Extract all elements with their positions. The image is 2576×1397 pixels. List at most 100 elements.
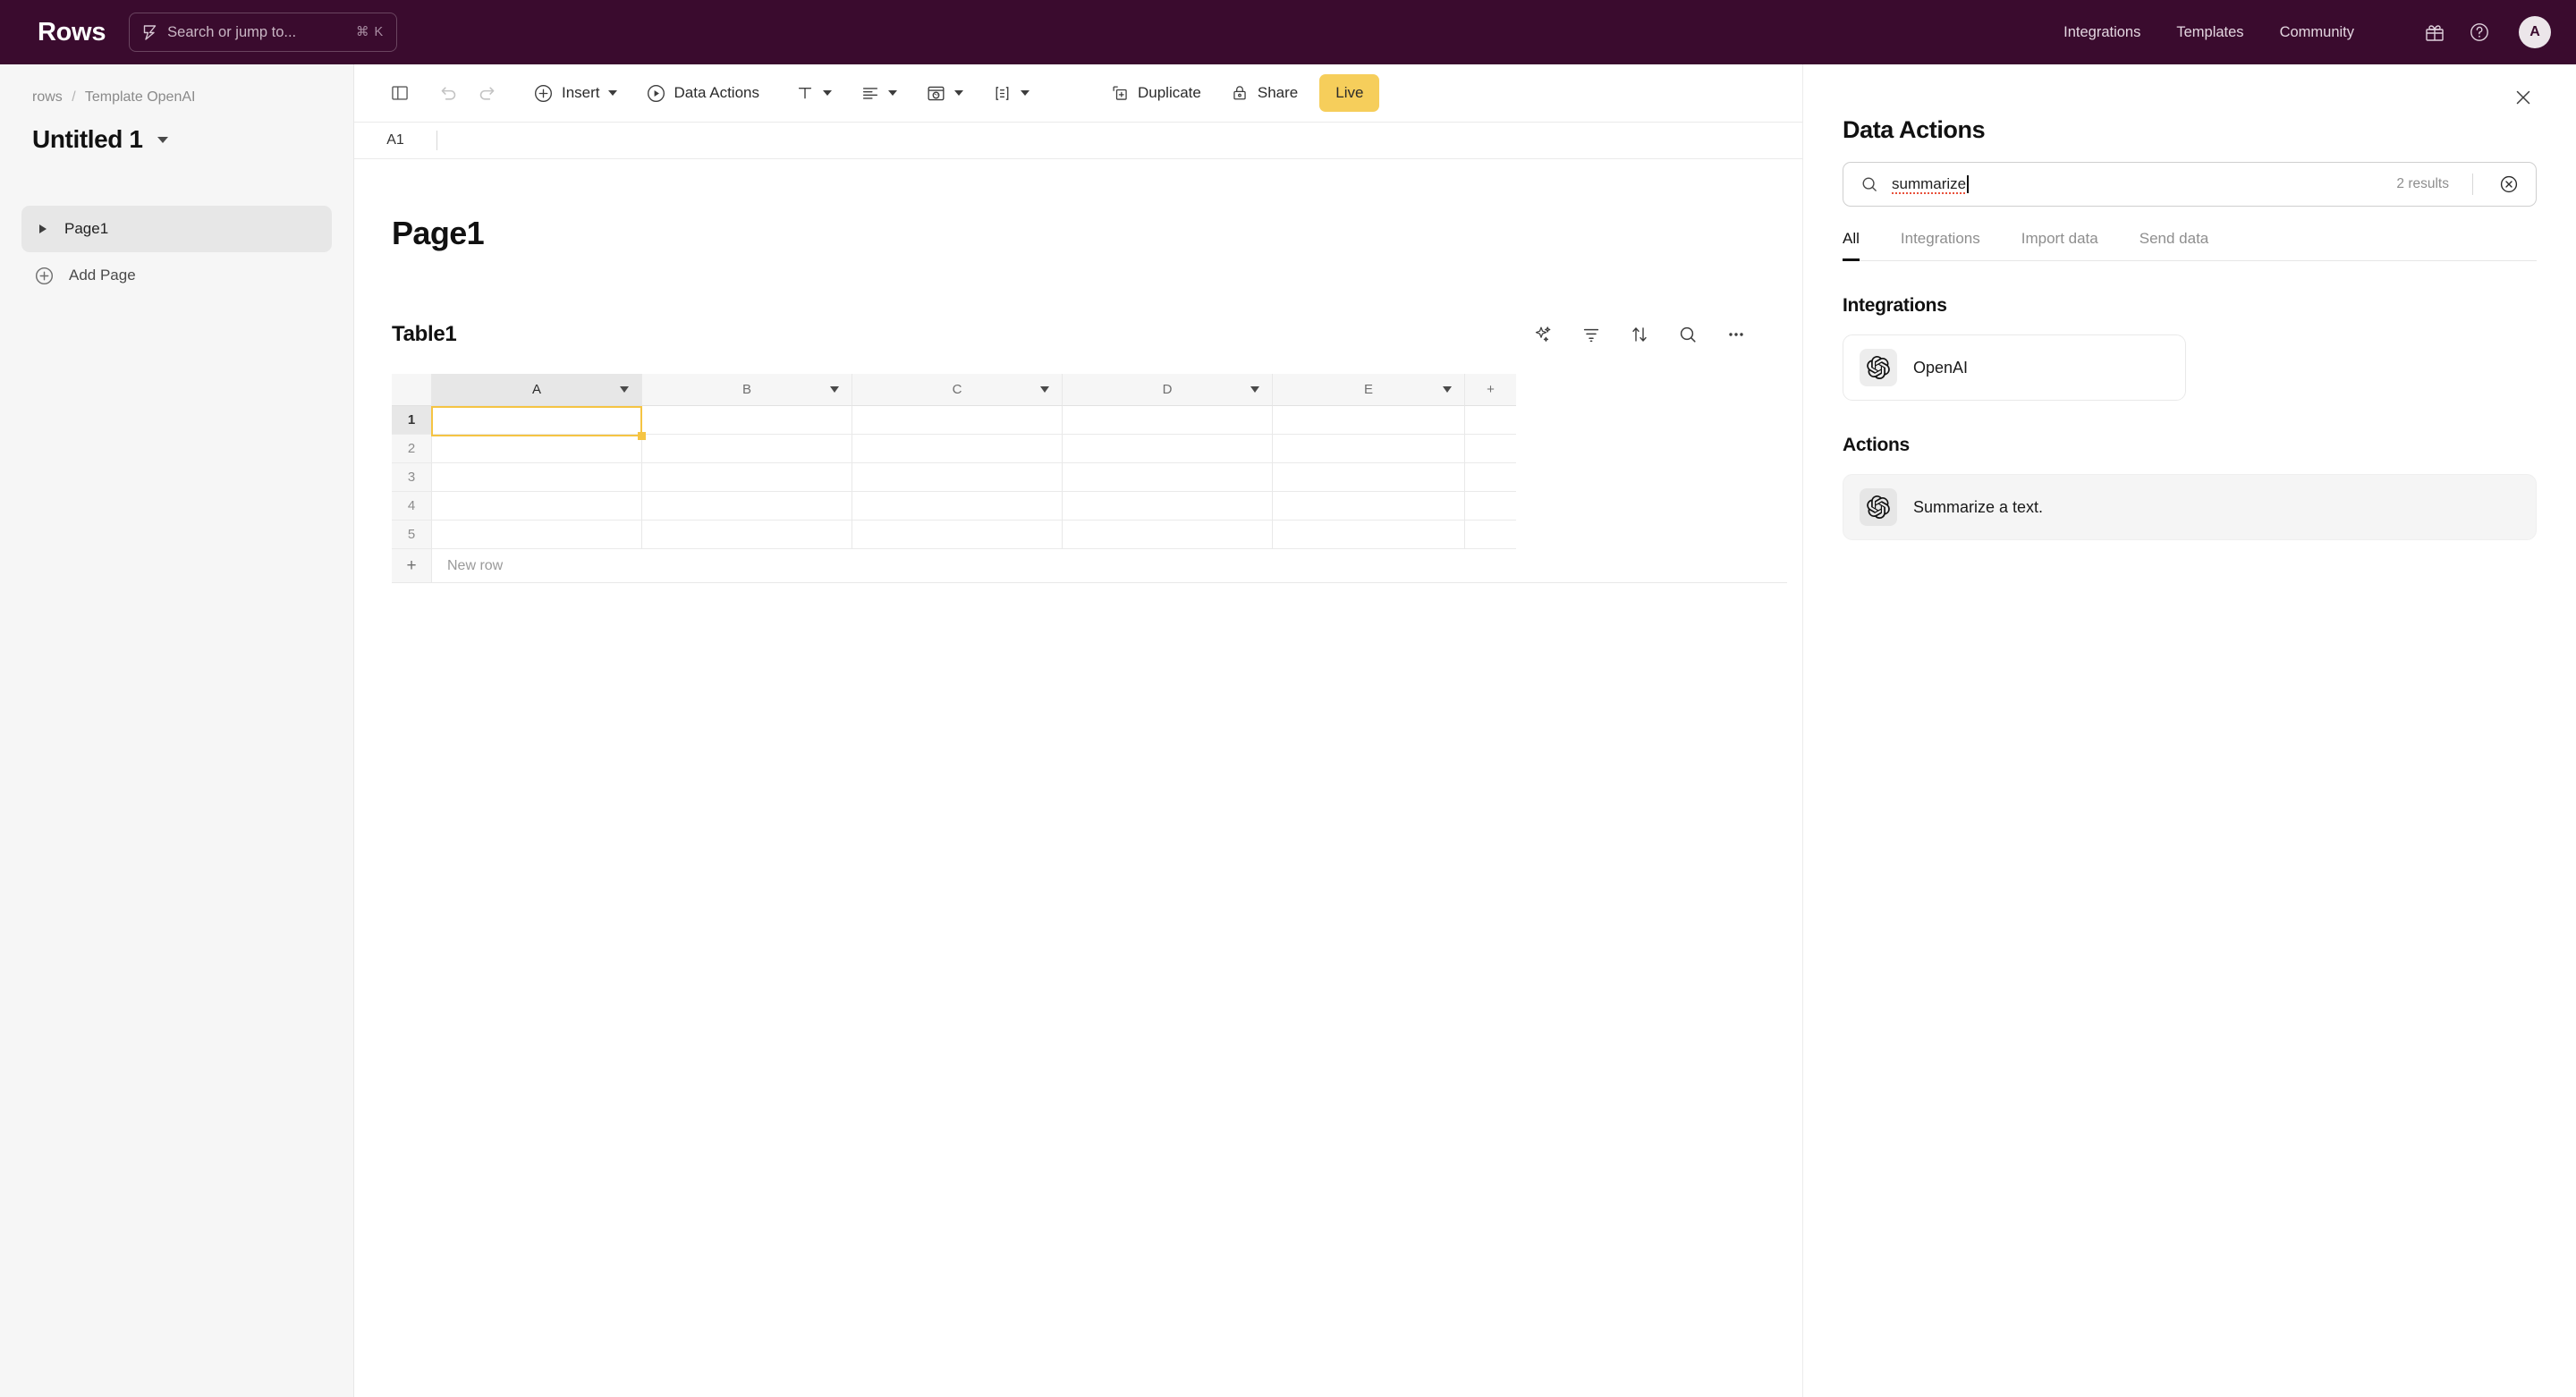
gift-icon[interactable] [2424,21,2445,43]
chevron-down-icon[interactable] [1250,386,1259,393]
tab-all[interactable]: All [1843,230,1860,261]
redo-button[interactable] [468,73,506,113]
plus-circle-icon [34,266,55,286]
add-page-button[interactable]: Add Page [21,252,332,299]
share-button[interactable]: Share [1221,73,1307,113]
add-page-label: Add Page [69,267,136,284]
tab-import-data[interactable]: Import data [2021,230,2098,260]
breadcrumb-workspace[interactable]: rows [32,89,63,105]
tab-integrations[interactable]: Integrations [1901,230,1980,260]
cell-d3[interactable] [1062,463,1272,492]
nav-item-templates[interactable]: Templates [2176,24,2243,41]
cell-f5[interactable] [1464,521,1516,549]
column-header-b[interactable]: B [641,374,852,406]
cell-d2[interactable] [1062,435,1272,463]
chevron-down-icon[interactable] [157,136,168,143]
sort-icon[interactable] [1629,324,1650,345]
column-header-e[interactable]: E [1272,374,1464,406]
row-header[interactable]: 5 [392,521,431,549]
sidebar-item-page1[interactable]: Page1 [21,206,332,252]
column-header-a[interactable]: A [431,374,641,406]
cell-a1[interactable] [431,406,641,435]
help-circle-icon[interactable] [2469,21,2490,43]
cell-a2[interactable] [431,435,641,463]
cell-a5[interactable] [431,521,641,549]
cell-c5[interactable] [852,521,1062,549]
undo-button[interactable] [429,73,468,113]
share-label: Share [1257,84,1299,101]
live-button[interactable]: Live [1319,74,1380,112]
undo-icon [438,83,459,104]
panel-toggle-icon [390,83,410,103]
chevron-down-icon[interactable] [620,386,629,393]
chevron-down-icon[interactable] [830,386,839,393]
cell-e3[interactable] [1272,463,1464,492]
result-card-openai[interactable]: OpenAI [1843,334,2186,401]
more-options-icon[interactable] [1725,324,1747,345]
filter-icon[interactable] [1580,324,1602,345]
nav-item-community[interactable]: Community [2280,24,2354,41]
cell-b3[interactable] [641,463,852,492]
column-header-c[interactable]: C [852,374,1062,406]
chevron-down-icon[interactable] [1040,386,1049,393]
cell-b5[interactable] [641,521,852,549]
cell-e2[interactable] [1272,435,1464,463]
result-card-summarize-a-text[interactable]: Summarize a text. [1843,474,2537,540]
nav-item-integrations[interactable]: Integrations [2063,24,2140,41]
chevron-down-icon[interactable] [1443,386,1452,393]
cell-b1[interactable] [641,406,852,435]
cell-d4[interactable] [1062,492,1272,521]
cell-a3[interactable] [431,463,641,492]
cell-b4[interactable] [641,492,852,521]
fill-handle[interactable] [638,432,646,440]
cell-d5[interactable] [1062,521,1272,549]
cell-c1[interactable] [852,406,1062,435]
align-button[interactable] [852,73,906,113]
column-header-d[interactable]: D [1062,374,1272,406]
page-title[interactable]: Page1 [392,215,1802,252]
cell-e5[interactable] [1272,521,1464,549]
table-row: 3 [392,463,1787,492]
table-title[interactable]: Table1 [392,322,457,347]
row-header[interactable]: 2 [392,435,431,463]
cell-c4[interactable] [852,492,1062,521]
row-header[interactable]: 4 [392,492,431,521]
global-search-input[interactable]: Search or jump to... ⌘ K [129,13,398,52]
row-header[interactable]: 1 [392,406,431,435]
sidebar-toggle-button[interactable] [381,73,419,113]
cell-f2[interactable] [1464,435,1516,463]
ai-sparkle-icon[interactable] [1532,324,1554,345]
cell-reference[interactable]: A1 [354,132,436,148]
row-header[interactable]: 3 [392,463,431,492]
cell-f3[interactable] [1464,463,1516,492]
search-icon[interactable] [1677,324,1699,345]
search-icon [1860,174,1879,194]
tab-send-data[interactable]: Send data [2140,230,2209,260]
result-card-label: Summarize a text. [1913,497,2044,516]
user-avatar[interactable]: A [2519,16,2551,48]
cell-e4[interactable] [1272,492,1464,521]
cell-f1[interactable] [1464,406,1516,435]
duplicate-button[interactable]: Duplicate [1101,73,1210,113]
add-column-button[interactable]: + [1464,374,1516,406]
panel-search-input[interactable]: summarize 2 results [1843,162,2537,207]
text-format-button[interactable] [786,73,841,113]
panel-close-button[interactable] [2508,82,2538,113]
clear-circle-icon[interactable] [2498,174,2520,195]
breadcrumb-folder[interactable]: Template OpenAI [85,89,196,105]
cell-e1[interactable] [1272,406,1464,435]
cell-c3[interactable] [852,463,1062,492]
data-actions-button[interactable]: Data Actions [637,73,768,113]
fill-color-button[interactable] [917,73,972,113]
cell-f4[interactable] [1464,492,1516,521]
borders-button[interactable] [983,73,1038,113]
cell-c2[interactable] [852,435,1062,463]
insert-button[interactable]: Insert [524,73,626,113]
chevron-right-icon[interactable] [39,224,47,233]
cell-d1[interactable] [1062,406,1272,435]
app-logo[interactable]: Rows [38,18,106,47]
cell-b2[interactable] [641,435,852,463]
cell-a4[interactable] [431,492,641,521]
new-row-button[interactable]: + New row [392,549,1787,583]
document-title-row[interactable]: Untitled 1 [21,125,332,154]
